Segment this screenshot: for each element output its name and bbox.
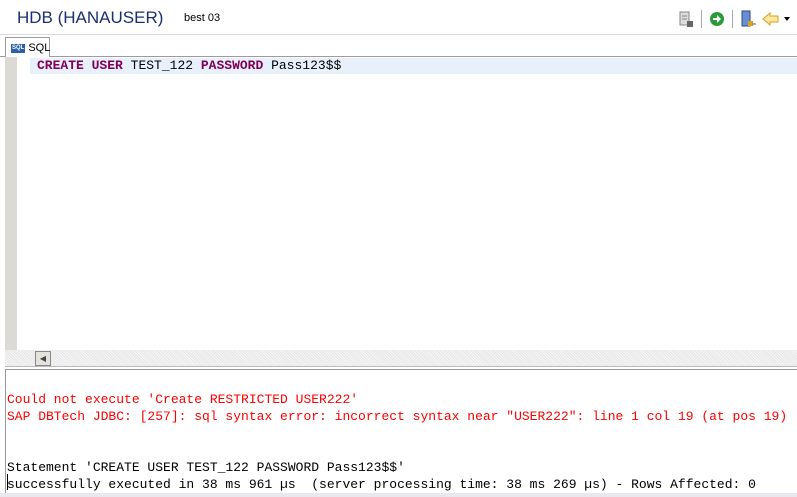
- sql-editor[interactable]: CREATE USER TEST_122 PASSWORD Pass123$$: [5, 57, 797, 350]
- execute-icon[interactable]: [708, 10, 726, 28]
- scroll-left-button[interactable]: ◀: [35, 351, 51, 366]
- toolbar-separator: [701, 10, 702, 28]
- tab-label: SQL: [28, 42, 51, 54]
- dropdown-icon[interactable]: [781, 10, 793, 28]
- sql-icon: SQL: [11, 43, 26, 53]
- sql-console-icon[interactable]: [739, 10, 757, 28]
- editor-line[interactable]: CREATE USER TEST_122 PASSWORD Pass123$$: [30, 58, 797, 74]
- back-icon[interactable]: [762, 10, 780, 28]
- tab-sql[interactable]: SQL SQL: [5, 37, 50, 58]
- connection-title: HDB (HANAUSER): [17, 8, 164, 27]
- editor-header: HDB (HANAUSER) best 03: [0, 0, 797, 35]
- result-console[interactable]: Could not execute 'Create RESTRICTED USE…: [5, 369, 797, 493]
- connection-subtitle: best 03: [184, 12, 221, 24]
- bottom-border: [0, 493, 797, 497]
- console-line: Statement 'CREATE USER TEST_122 PASSWORD…: [7, 460, 405, 475]
- horizontal-scrollbar[interactable]: ◀: [5, 350, 797, 367]
- keyword: USER: [91, 58, 123, 73]
- console-line: SAP DBTech JDBC: [257]: sql syntax error…: [7, 409, 788, 424]
- disconnect-icon[interactable]: [677, 10, 695, 28]
- tab-bar: SQL SQL: [0, 36, 797, 58]
- console-line: Could not execute 'Create RESTRICTED USE…: [7, 392, 359, 407]
- keyword: PASSWORD: [200, 58, 264, 73]
- console-line: successfully executed in 38 ms 961 µs (s…: [7, 477, 756, 492]
- editor-ruler: [5, 57, 17, 350]
- text-caret: [7, 474, 8, 490]
- keyword: CREATE: [37, 58, 84, 73]
- token: Pass123$$: [263, 58, 342, 73]
- token: TEST_122: [122, 58, 201, 73]
- toolbar-separator: [732, 10, 733, 28]
